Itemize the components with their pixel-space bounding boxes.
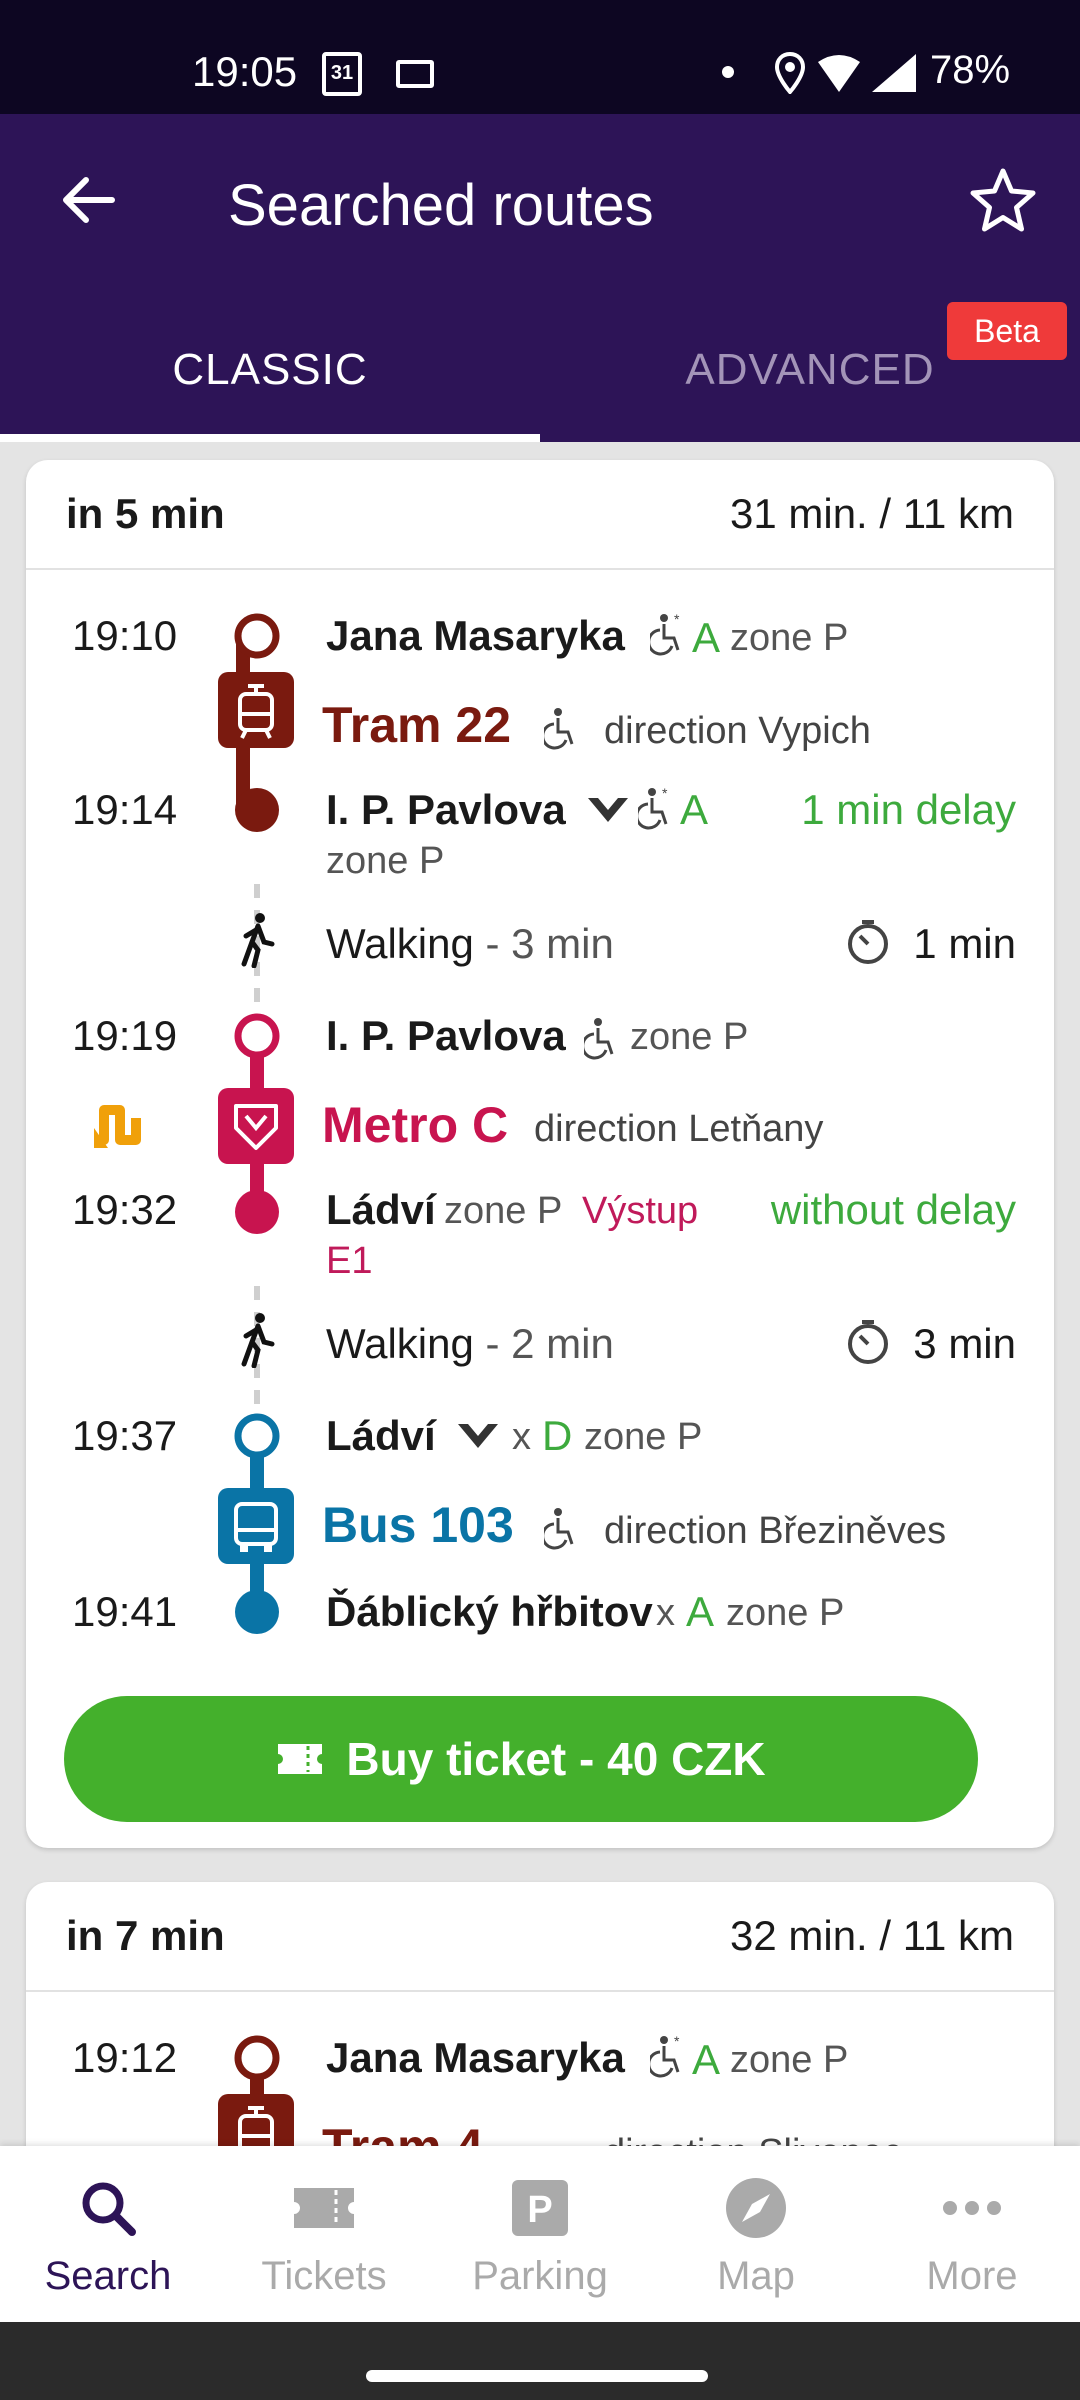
metro-logo-icon <box>458 1424 498 1448</box>
metro-logo-icon <box>588 798 628 822</box>
nav-tickets-label: Tickets <box>261 2254 387 2298</box>
accessibility-partial-icon: * <box>638 786 668 830</box>
metro-direction: direction Letňany <box>534 1108 824 1150</box>
tram-from-stop: Jana Masaryka <box>326 612 625 659</box>
nav-search-label: Search <box>44 2254 172 2298</box>
metro-from-zone: zone P <box>630 1016 749 1058</box>
tram-from-stop: Jana Masaryka <box>326 2034 625 2081</box>
page-title: Searched routes <box>228 173 654 238</box>
tram-from-zone: zone P <box>730 617 849 659</box>
home-gesture-pill[interactable] <box>366 2370 708 2382</box>
walk2-text: Walking - 2 min <box>326 1320 614 1367</box>
metro-to-stop: Ládví <box>326 1186 436 1233</box>
bus-to-line: A <box>686 1588 715 1635</box>
nav-map-label: Map <box>717 2254 795 2298</box>
parking-icon: P <box>512 2180 568 2236</box>
tram-line-label: Tram 22 <box>322 697 512 753</box>
svg-text:*: * <box>674 612 680 627</box>
bus-arrival-time: 19:41 <box>72 1588 178 1635</box>
back-arrow-icon[interactable] <box>56 168 120 232</box>
bus-to-x: x <box>656 1592 675 1634</box>
metro-departure-time: 19:19 <box>72 1012 178 1059</box>
nav-search[interactable]: Search <box>0 2146 216 2322</box>
compass-icon <box>726 2178 786 2238</box>
system-navigation-bar <box>0 2322 1080 2400</box>
bus-to-zone: zone P <box>726 1592 845 1634</box>
tram-delay: 1 min delay <box>801 786 1016 833</box>
search-icon <box>82 2182 136 2236</box>
accessibility-partial-icon: * <box>650 2034 680 2078</box>
notification-dot-icon <box>722 66 734 78</box>
bus-from-line: D <box>542 1412 573 1459</box>
nav-tickets[interactable]: Tickets <box>216 2146 432 2322</box>
battery-level: 78% <box>930 48 1011 92</box>
tram-from-line: A <box>692 614 721 661</box>
tram-departure-time: 19:12 <box>72 2034 178 2081</box>
ticket-icon <box>278 1743 323 1774</box>
metro-exit: E1 <box>326 1240 373 1282</box>
nav-map[interactable]: Map <box>648 2146 864 2322</box>
bus-icon <box>218 1488 294 1564</box>
svg-text:*: * <box>674 2034 680 2049</box>
walk1-wait: 1 min <box>913 920 1016 967</box>
bus-line-label: Bus 103 <box>322 1497 514 1553</box>
metro-icon <box>218 1088 294 1164</box>
tram-from-zone: zone P <box>730 2039 849 2081</box>
metro-arrival-time: 19:32 <box>72 1186 178 1233</box>
walk1-text: Walking - 3 min <box>326 920 614 967</box>
bus-from-x: x <box>512 1416 531 1458</box>
tram-to-line: A <box>680 786 709 833</box>
buy-ticket-label: Buy ticket - 40 CZK <box>346 1733 766 1785</box>
route-card[interactable]: in 5 min 31 min. / 11 km 19:10 Jana Masa… <box>26 460 1054 1848</box>
tram-departure-time: 19:10 <box>72 612 178 659</box>
location-icon <box>774 52 806 94</box>
ticket-icon <box>294 2188 354 2228</box>
metro-from-stop: I. P. Pavlova <box>326 1012 566 1059</box>
image-icon <box>396 60 434 88</box>
nav-more-label: More <box>926 2254 1018 2298</box>
wifi-icon <box>818 55 860 92</box>
more-icon <box>943 2201 1001 2215</box>
bus-from-zone: zone P <box>584 1416 703 1458</box>
tram-from-line: A <box>692 2036 721 2083</box>
bus-departure-time: 19:37 <box>72 1412 178 1459</box>
beta-badge: Beta <box>947 302 1067 360</box>
bus-direction: direction Březiněves <box>604 1510 947 1552</box>
nav-more[interactable]: More <box>864 2146 1080 2322</box>
tram-icon <box>218 672 294 748</box>
svg-text:P: P <box>527 2189 552 2231</box>
tram-arrival-time: 19:14 <box>72 786 178 833</box>
tram-to-stop: I. P. Pavlova <box>326 786 566 833</box>
wheelchair-icon <box>584 1018 614 1060</box>
interchange-icon <box>94 1105 141 1148</box>
buy-ticket-button[interactable]: Buy ticket - 40 CZK <box>64 1696 978 1822</box>
svg-text:*: * <box>662 786 668 801</box>
walk2-wait: 3 min <box>913 1320 1016 1367</box>
tram-direction: direction Vypich <box>604 710 871 752</box>
walking-icon <box>241 1313 275 1368</box>
bus-to-stop: Ďáblický hřbitov <box>326 1588 653 1635</box>
calendar-icon: 31 <box>322 52 362 96</box>
tab-classic[interactable]: CLASSIC <box>0 330 540 442</box>
wheelchair-icon <box>544 1508 574 1550</box>
metro-exit-label: Výstup <box>582 1190 699 1232</box>
status-bar: 19:05 31 78% <box>0 0 1080 114</box>
active-tab-indicator <box>0 434 540 442</box>
nav-parking-label: Parking <box>472 2254 608 2298</box>
accessibility-partial-icon: * <box>650 612 680 656</box>
bottom-navigation: Search Tickets P Parking Map More <box>0 2146 1080 2322</box>
signal-icon <box>872 54 916 92</box>
nav-parking[interactable]: P Parking <box>432 2146 648 2322</box>
walking-icon <box>241 913 275 968</box>
metro-delay: without delay <box>770 1186 1016 1233</box>
metro-line-label: Metro C <box>322 1097 509 1153</box>
bus-from-stop: Ládví <box>326 1412 436 1459</box>
timer-icon <box>848 1320 888 1364</box>
wheelchair-icon <box>544 708 574 750</box>
tram-to-zone: zone P <box>326 840 445 882</box>
favorite-star-icon[interactable] <box>968 166 1038 236</box>
timer-icon <box>848 920 888 964</box>
status-time: 19:05 <box>192 48 298 95</box>
metro-to-zone: zone P <box>444 1190 563 1232</box>
